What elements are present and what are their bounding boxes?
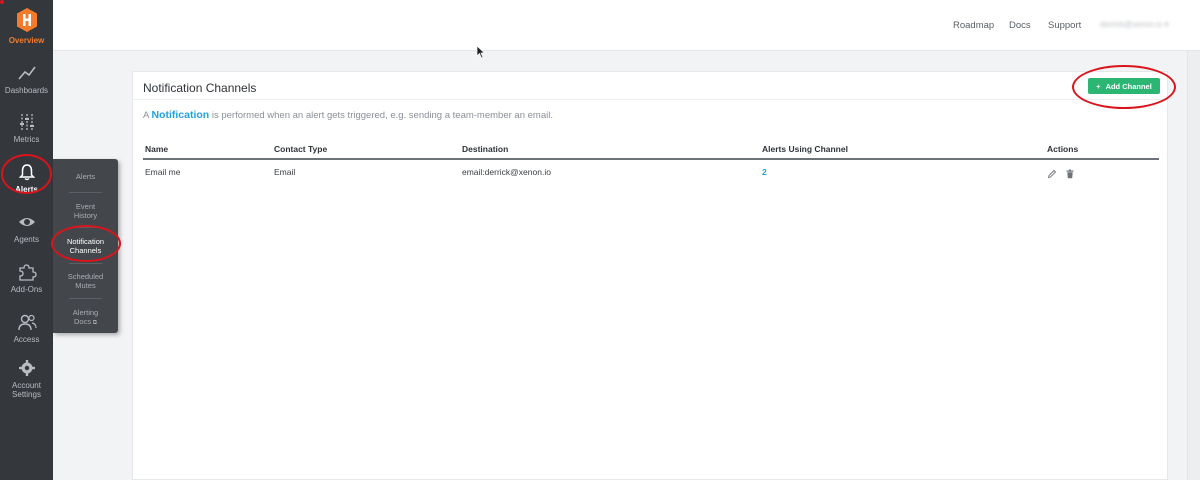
external-link-icon: ⧉ [91,320,98,326]
column-header-alerts-using-channel: Alerts Using Channel [762,144,848,154]
puzzle-icon [17,263,37,281]
sidebar-item-label: Add-Ons [10,285,43,294]
mouse-cursor-icon [476,45,486,59]
cell-destination: email:derrick@xenon.io [462,167,551,177]
sidebar-item-overview[interactable]: Overview [0,7,53,45]
sidebar-item-agents[interactable]: Agents [0,213,53,244]
sidebar-item-account-settings[interactable]: Account Settings [0,359,53,399]
annotation-ring-add-channel [1072,65,1176,109]
divider [69,192,102,193]
support-link[interactable]: Support [1048,20,1081,31]
column-header-contact-type: Contact Type [274,144,328,154]
submenu-item-label: Alerts [75,172,96,181]
sidebar-item-label: Metrics [13,135,40,144]
sliders-icon [17,113,37,131]
sidebar-item-label: Dashboards [4,86,49,95]
sidebar-item-add-ons[interactable]: Add-Ons [0,263,53,294]
submenu-item-alerts[interactable]: Alerts [53,172,118,181]
column-header-actions: Actions [1047,144,1079,154]
cell-contact-type: Email [274,167,296,177]
scrollbar[interactable] [1187,51,1200,480]
submenu-item-alerting-docs[interactable]: Alerting Docs ⧉ [53,308,118,328]
roadmap-link[interactable]: Roadmap [953,20,994,31]
description-suffix: is performed when an alert gets triggere… [209,110,553,121]
description: A Notification is performed when an aler… [143,109,553,121]
logo-icon [15,7,39,33]
divider [69,263,102,264]
submenu-item-label: Event History [73,202,98,220]
eye-icon [17,213,37,231]
trash-icon[interactable] [1065,166,1075,179]
submenu-item-scheduled-mutes[interactable]: Scheduled Mutes [53,272,118,290]
sidebar-item-access[interactable]: Access [0,313,53,344]
sidebar-item-dashboards[interactable]: Dashboards [0,64,53,95]
sidebar-item-label: Access [13,335,40,344]
user-menu[interactable]: derrick@xenon.io ▾ [1100,20,1169,29]
sidebar-item-metrics[interactable]: Metrics [0,113,53,144]
column-header-destination: Destination [462,144,509,154]
chart-line-icon [17,64,37,82]
chevron-down-icon: ▾ [1164,20,1169,29]
sidebar-item-label: Account Settings [12,381,41,399]
annotation-ring [0,0,4,4]
users-icon [17,313,37,331]
docs-link[interactable]: Docs [1009,20,1031,31]
notification-channels-card: Notification Channels + Add Channel A Not… [132,71,1169,480]
user-email: derrick@xenon.io [1100,20,1163,29]
sidebar-item-label: Agents [14,235,39,244]
annotation-ring-alerts [1,154,52,194]
divider [133,99,1169,100]
submenu-item-label: Scheduled Mutes [67,272,104,290]
top-bar: Roadmap Docs Support derrick@xenon.io ▾ [53,0,1200,51]
notification-docs-link[interactable]: Notification [151,109,209,121]
sidebar: Overview Dashboards Metrics Alerts Agent… [0,0,53,480]
edit-icon[interactable] [1047,166,1057,179]
cell-alerts-using-channel[interactable]: 2 [762,167,767,177]
divider [69,298,102,299]
cell-name: Email me [145,167,181,177]
table-header-divider [143,158,1159,160]
sidebar-item-label: Overview [8,36,45,45]
column-header-name: Name [145,144,169,154]
page-title: Notification Channels [143,81,257,95]
gear-icon [17,359,37,377]
submenu-item-event-history[interactable]: Event History [53,202,118,220]
annotation-ring-notification-channels [51,225,121,262]
